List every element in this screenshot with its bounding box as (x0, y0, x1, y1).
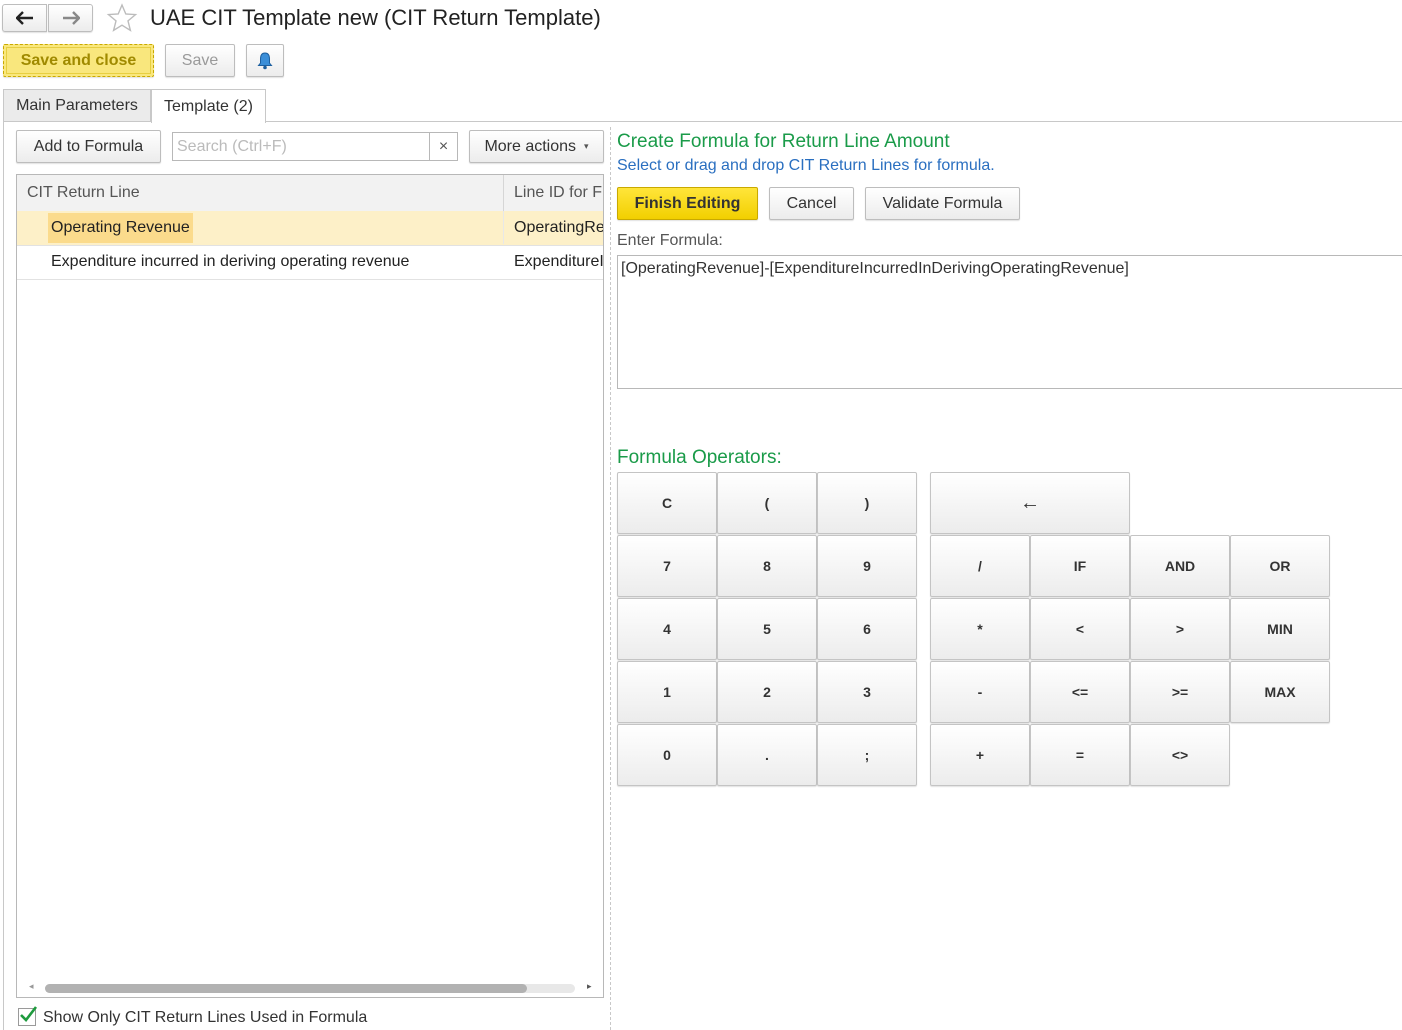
search-input[interactable] (175, 133, 433, 160)
op-6-button[interactable]: 6 (817, 598, 917, 660)
search-clear-button[interactable]: × (429, 133, 457, 160)
op-2-button[interactable]: 2 (717, 661, 817, 723)
cit-return-lines-table: CIT Return Line Line ID for F Operating … (16, 174, 604, 998)
op-clear-button[interactable]: C (617, 472, 717, 534)
panel-border (3, 121, 4, 1030)
op-7-button[interactable]: 7 (617, 535, 717, 597)
arrow-right-icon (62, 11, 80, 25)
op-4-button[interactable]: 4 (617, 598, 717, 660)
back-button[interactable] (2, 4, 47, 32)
save-and-close-button[interactable]: Save and close (3, 44, 154, 77)
op-divide-button[interactable]: / (930, 535, 1030, 597)
column-header-cit-return-line[interactable]: CIT Return Line (27, 175, 503, 211)
op-max-button[interactable]: MAX (1230, 661, 1330, 723)
tab-main-parameters[interactable]: Main Parameters (3, 89, 151, 122)
op-1-button[interactable]: 1 (617, 661, 717, 723)
arrow-left-icon (15, 11, 33, 25)
op-9-button[interactable]: 9 (817, 535, 917, 597)
cell-line-id: ExpenditureI (514, 252, 604, 270)
op-less-equal-button[interactable]: <= (1030, 661, 1130, 723)
tab-template[interactable]: Template (2) (151, 89, 266, 123)
search-box: × (172, 132, 458, 161)
show-only-used-label[interactable]: Show Only CIT Return Lines Used in Formu… (43, 1009, 367, 1027)
more-actions-label: More actions (484, 137, 577, 155)
column-divider (503, 175, 504, 211)
tab-bar-divider-left (3, 121, 151, 122)
op-and-button[interactable]: AND (1130, 535, 1230, 597)
save-button[interactable]: Save (165, 44, 235, 77)
show-only-used-checkbox[interactable] (18, 1006, 38, 1026)
op-close-paren-button[interactable]: ) (817, 472, 917, 534)
finish-editing-button[interactable]: Finish Editing (617, 187, 758, 220)
formula-section-hint: Select or drag and drop CIT Return Lines… (617, 157, 995, 174)
forward-button[interactable] (48, 4, 93, 32)
op-plus-button[interactable]: + (930, 724, 1030, 786)
table-header: CIT Return Line Line ID for F (17, 175, 603, 212)
scrollbar-thumb[interactable] (45, 984, 527, 993)
op-dot-button[interactable]: . (717, 724, 817, 786)
panel-splitter[interactable] (610, 127, 611, 1030)
cell-line-id: OperatingRe (514, 218, 604, 236)
formula-operators-title: Formula Operators: (617, 447, 782, 468)
page-title: UAE CIT Template new (CIT Return Templat… (150, 5, 601, 30)
more-actions-button[interactable]: More actions ▾ (469, 130, 604, 163)
op-8-button[interactable]: 8 (717, 535, 817, 597)
save-and-close-label: Save and close (6, 47, 151, 74)
op-open-paren-button[interactable]: ( (717, 472, 817, 534)
op-greater-button[interactable]: > (1130, 598, 1230, 660)
favorite-star-icon[interactable] (106, 2, 138, 34)
bell-icon (257, 51, 273, 69)
op-backspace-button[interactable]: ← (930, 472, 1130, 534)
chevron-down-icon: ▾ (584, 141, 589, 151)
table-row[interactable]: Expenditure incurred in deriving operati… (17, 245, 603, 280)
table-row[interactable]: Operating Revenue OperatingRe (17, 211, 603, 246)
op-or-button[interactable]: OR (1230, 535, 1330, 597)
scroll-left-icon[interactable]: ◂ (29, 981, 34, 992)
op-greater-equal-button[interactable]: >= (1130, 661, 1230, 723)
tab-bar-divider (266, 121, 1402, 122)
formula-field: [OperatingRevenue]-[ExpenditureIncurredI… (617, 255, 1402, 389)
formula-input[interactable]: [OperatingRevenue]-[ExpenditureIncurredI… (621, 260, 1391, 380)
op-3-button[interactable]: 3 (817, 661, 917, 723)
horizontal-scrollbar[interactable]: ◂ ▸ (17, 979, 603, 997)
op-min-button[interactable]: MIN (1230, 598, 1330, 660)
notify-button[interactable] (246, 44, 284, 77)
op-semicolon-button[interactable]: ; (817, 724, 917, 786)
op-minus-button[interactable]: - (930, 661, 1030, 723)
cancel-button[interactable]: Cancel (769, 187, 854, 220)
validate-formula-button[interactable]: Validate Formula (865, 187, 1020, 220)
op-less-button[interactable]: < (1030, 598, 1130, 660)
op-not-equal-button[interactable]: <> (1130, 724, 1230, 786)
add-to-formula-button[interactable]: Add to Formula (16, 130, 161, 163)
formula-section-title: Create Formula for Return Line Amount (617, 131, 950, 152)
op-multiply-button[interactable]: * (930, 598, 1030, 660)
cell-cit-return-line: Operating Revenue (48, 213, 193, 243)
enter-formula-label: Enter Formula: (617, 232, 723, 249)
op-equal-button[interactable]: = (1030, 724, 1130, 786)
checkmark-icon (20, 1006, 38, 1022)
op-0-button[interactable]: 0 (617, 724, 717, 786)
op-5-button[interactable]: 5 (717, 598, 817, 660)
op-if-button[interactable]: IF (1030, 535, 1130, 597)
cell-cit-return-line: Expenditure incurred in deriving operati… (51, 252, 410, 270)
scroll-right-icon[interactable]: ▸ (587, 981, 592, 992)
column-header-line-id[interactable]: Line ID for F (514, 175, 603, 211)
column-divider (503, 211, 504, 244)
